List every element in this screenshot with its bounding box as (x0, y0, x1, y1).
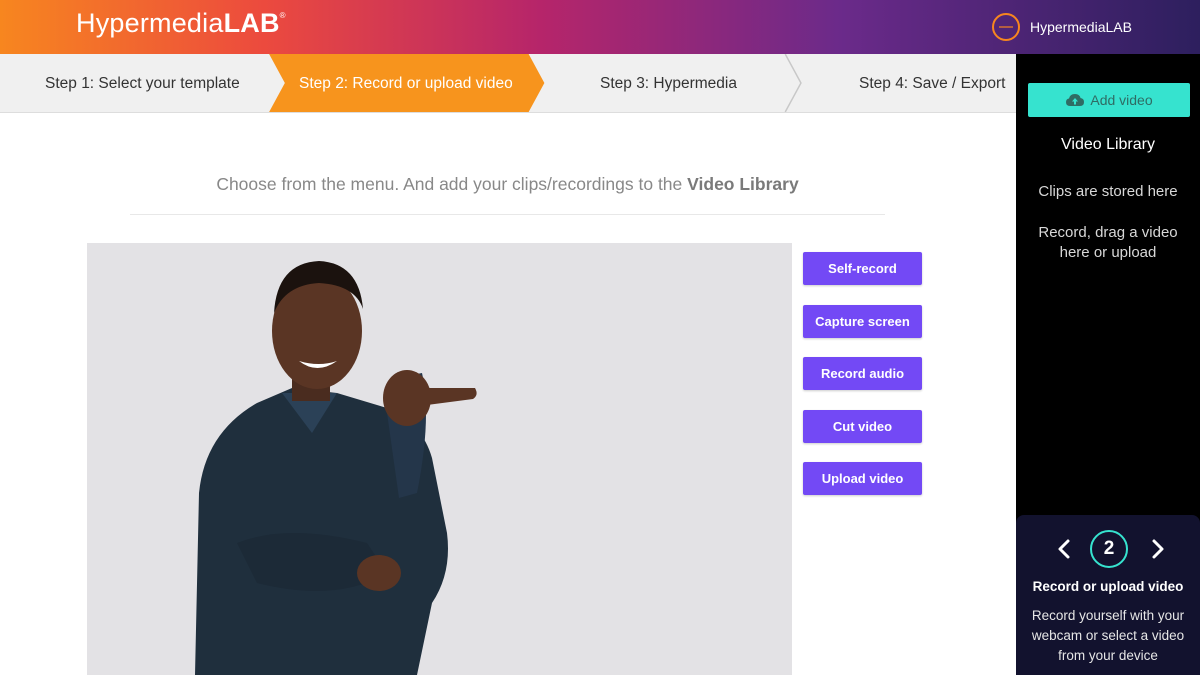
account-circle-icon (992, 13, 1020, 41)
chevron-left-icon[interactable] (1054, 537, 1074, 561)
library-hint-upload: Record, drag a video here or upload (1038, 224, 1178, 261)
step-2-label: Step 2: Record or upload video (299, 74, 513, 92)
add-video-button[interactable]: Add video (1028, 83, 1190, 117)
steps-bar: Step 1: Select your template Step 2: Rec… (0, 54, 1016, 113)
step-3-tab[interactable]: Step 3: Hypermedia (600, 54, 737, 113)
logo-lab: LAB (223, 8, 280, 38)
instruction-bold: Video Library (687, 174, 799, 194)
video-preview[interactable] (87, 243, 792, 675)
step-panel-description: Record yourself with your webcam or sele… (1031, 608, 1185, 663)
upload-video-button[interactable]: Upload video (803, 462, 922, 495)
step-4-label: Step 4: Save / Export (859, 74, 1006, 92)
capture-screen-button[interactable]: Capture screen (803, 305, 922, 338)
step-4-tab[interactable]: Step 4: Save / Export (859, 54, 1005, 113)
account-menu[interactable]: HypermediaLAB (992, 12, 1132, 42)
presenter-image (195, 261, 477, 675)
step-1-tab[interactable]: Step 1: Select your template (45, 54, 240, 113)
cut-video-button[interactable]: Cut video (803, 410, 922, 443)
library-title: Video Library (1061, 136, 1155, 153)
chevron-right-icon[interactable] (1148, 537, 1168, 561)
add-video-label: Add video (1090, 92, 1153, 108)
cloud-upload-icon (1066, 94, 1085, 106)
app-header: HypermediaLAB® HypermediaLAB (0, 0, 1200, 54)
step-3-label: Step 3: Hypermedia (600, 74, 737, 92)
step-2-tab[interactable]: Step 2: Record or upload video (299, 54, 513, 113)
record-audio-button[interactable]: Record audio (803, 357, 922, 390)
step-panel-title: Record or upload video (1032, 579, 1184, 594)
divider (130, 214, 885, 215)
library-hint-stored: Clips are stored here (1038, 183, 1178, 200)
step-1-label: Step 1: Select your template (45, 74, 240, 92)
logo-text: Hypermedia (76, 8, 224, 38)
app-logo[interactable]: HypermediaLAB® (76, 8, 286, 39)
instruction-main: Choose from the menu. And add your clips… (216, 174, 683, 194)
logo-registered: ® (279, 11, 286, 20)
account-name: HypermediaLAB (1030, 19, 1132, 35)
instruction-text: Choose from the menu. And add your clips… (130, 174, 885, 195)
step-number-badge: 2 (1090, 530, 1128, 568)
step-info-panel: 2 Record or upload video Record yourself… (1016, 515, 1200, 675)
self-record-button[interactable]: Self-record (803, 252, 922, 285)
